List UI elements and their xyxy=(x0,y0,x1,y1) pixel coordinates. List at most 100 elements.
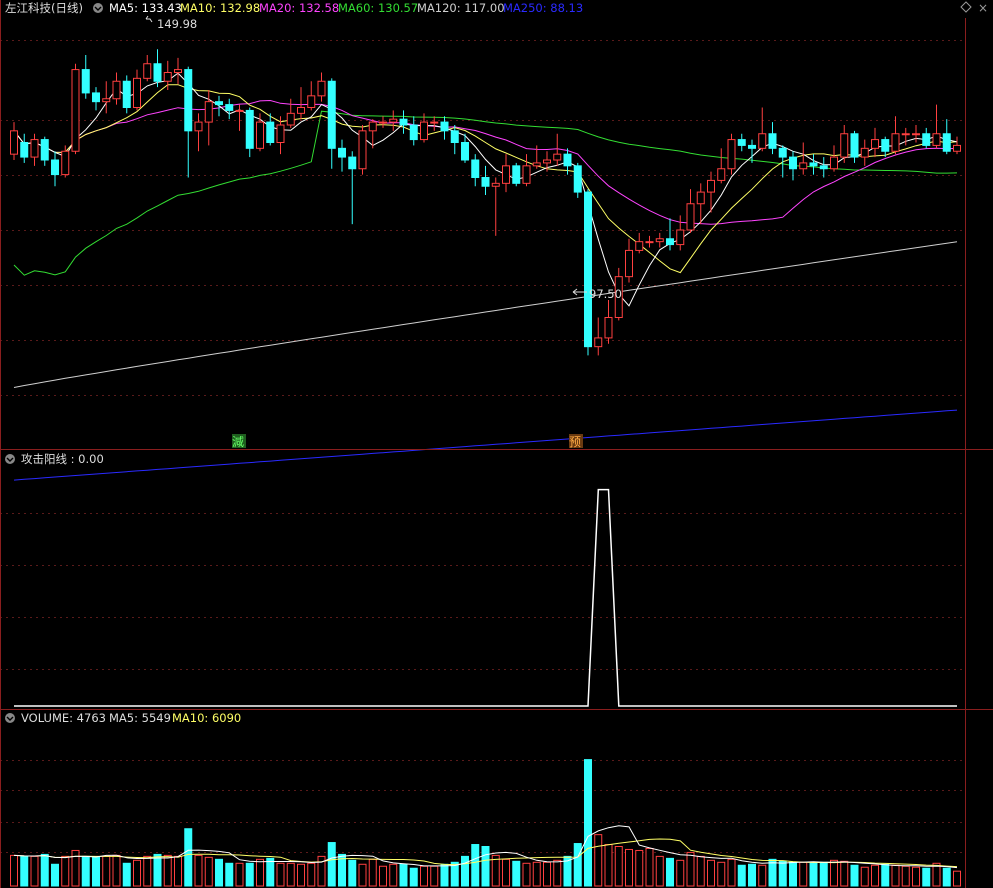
candle-body-5 xyxy=(61,150,70,176)
candle-body-4 xyxy=(51,159,59,176)
settings-toggle-icon[interactable] xyxy=(93,3,103,13)
candle-body-12 xyxy=(133,77,141,109)
candle-body-25 xyxy=(266,121,275,144)
volume-bar-81 xyxy=(840,860,849,887)
candle-body-75 xyxy=(778,147,787,158)
candle-body-41 xyxy=(430,121,439,124)
candle-body-28 xyxy=(297,107,305,114)
candle-body-50 xyxy=(522,165,531,184)
candle-body-35 xyxy=(368,121,377,132)
volume-bar-29 xyxy=(307,862,316,887)
volume-bar-18 xyxy=(194,854,203,887)
candle-body-11 xyxy=(122,80,131,108)
volume-bar-36 xyxy=(379,865,387,887)
volume-bar-3 xyxy=(40,853,49,887)
candle-body-53 xyxy=(553,153,562,161)
candle-body-62 xyxy=(645,241,654,244)
candle-body-27 xyxy=(286,112,295,126)
volume-bar-24 xyxy=(256,858,264,887)
candle-body-20 xyxy=(215,101,223,106)
candle-body-33 xyxy=(348,156,357,170)
volume-bar-75 xyxy=(778,860,787,887)
volume-bar-7 xyxy=(81,855,90,887)
expand-icon[interactable] xyxy=(960,1,972,13)
volume-label: VOLUME: 4763 xyxy=(21,711,106,725)
marker-jian-label: 減 xyxy=(232,434,244,449)
volume-bar-11 xyxy=(122,862,131,887)
candle-body-14 xyxy=(153,63,162,82)
candle-body-9 xyxy=(102,98,111,103)
candle-body-79 xyxy=(819,165,828,170)
candle-body-13 xyxy=(143,63,152,79)
candle-body-86 xyxy=(891,133,900,152)
volume-bar-26 xyxy=(276,862,285,887)
volume-bar-57 xyxy=(594,834,603,887)
candle-body-2 xyxy=(30,139,39,158)
volume-bar-40 xyxy=(420,865,428,887)
candle-body-65 xyxy=(676,229,685,246)
candle-body-90 xyxy=(932,133,941,146)
volume-bar-23 xyxy=(245,862,254,887)
candle-body-24 xyxy=(256,121,264,149)
ma20-line xyxy=(13,99,958,225)
indicator-toggle-icon[interactable] xyxy=(5,454,15,464)
candle-body-63 xyxy=(655,238,664,243)
candle-body-34 xyxy=(358,130,367,170)
volume-bar-0 xyxy=(10,854,18,887)
candle-body-46 xyxy=(481,177,490,187)
candle-body-61 xyxy=(635,241,644,251)
candle-body-73 xyxy=(758,133,767,149)
candle-body-87 xyxy=(901,133,910,136)
candle-body-58 xyxy=(604,317,613,339)
candle-body-38 xyxy=(399,118,408,126)
marker-yu-label: 预 xyxy=(569,435,581,449)
volume-toggle-icon[interactable] xyxy=(5,713,15,723)
close-icon[interactable]: × xyxy=(978,1,988,15)
candlestick-series xyxy=(10,49,961,356)
indicator-header: 攻击阳线 : 0.00 xyxy=(5,452,104,466)
volume-bar-55 xyxy=(573,843,582,887)
candle-body-16 xyxy=(174,69,182,74)
candle-body-76 xyxy=(789,156,797,170)
volume-bar-37 xyxy=(389,863,398,887)
volume-bar-72 xyxy=(748,863,756,887)
candle-body-88 xyxy=(912,133,920,136)
volume-bar-38 xyxy=(399,863,408,887)
volume-bar-52 xyxy=(543,861,551,887)
volume-bar-16 xyxy=(174,855,182,887)
volume-bar-19 xyxy=(204,856,213,887)
candle-body-31 xyxy=(327,80,336,149)
candle-body-21 xyxy=(225,104,234,111)
volume-bar-56 xyxy=(584,759,592,887)
attack-yang-line xyxy=(14,488,957,707)
low-price-label: 97.50 xyxy=(589,287,622,301)
candle-body-52 xyxy=(543,159,551,164)
volume-bar-78 xyxy=(809,862,818,887)
candle-body-67 xyxy=(696,191,705,205)
volume-bar-68 xyxy=(707,859,715,887)
candle-body-82 xyxy=(850,133,859,158)
candle-body-89 xyxy=(922,133,931,146)
volume-bar-39 xyxy=(409,867,418,887)
volume-bar-87 xyxy=(901,865,910,887)
candle-body-15 xyxy=(163,72,172,82)
candle-body-23 xyxy=(245,109,254,149)
candle-body-68 xyxy=(707,179,715,193)
candle-body-69 xyxy=(717,168,726,181)
volume-bar-34 xyxy=(358,863,367,887)
candle-body-81 xyxy=(840,133,849,158)
volume-bar-9 xyxy=(102,855,111,887)
candle-body-48 xyxy=(502,165,510,184)
volume-bar-88 xyxy=(912,866,920,887)
volume-bar-22 xyxy=(235,862,244,887)
candle-body-40 xyxy=(420,121,428,141)
candle-body-80 xyxy=(830,156,838,170)
volume-bar-1 xyxy=(20,855,29,887)
ma120-label: MA120: 117.00 xyxy=(417,1,505,15)
candle-body-72 xyxy=(748,144,756,149)
volume-bar-14 xyxy=(153,853,162,887)
window-controls: × xyxy=(960,1,988,15)
ma10-label: MA10: 132.98 xyxy=(180,1,260,15)
candle-body-56 xyxy=(584,191,592,348)
candle-body-55 xyxy=(573,165,582,193)
